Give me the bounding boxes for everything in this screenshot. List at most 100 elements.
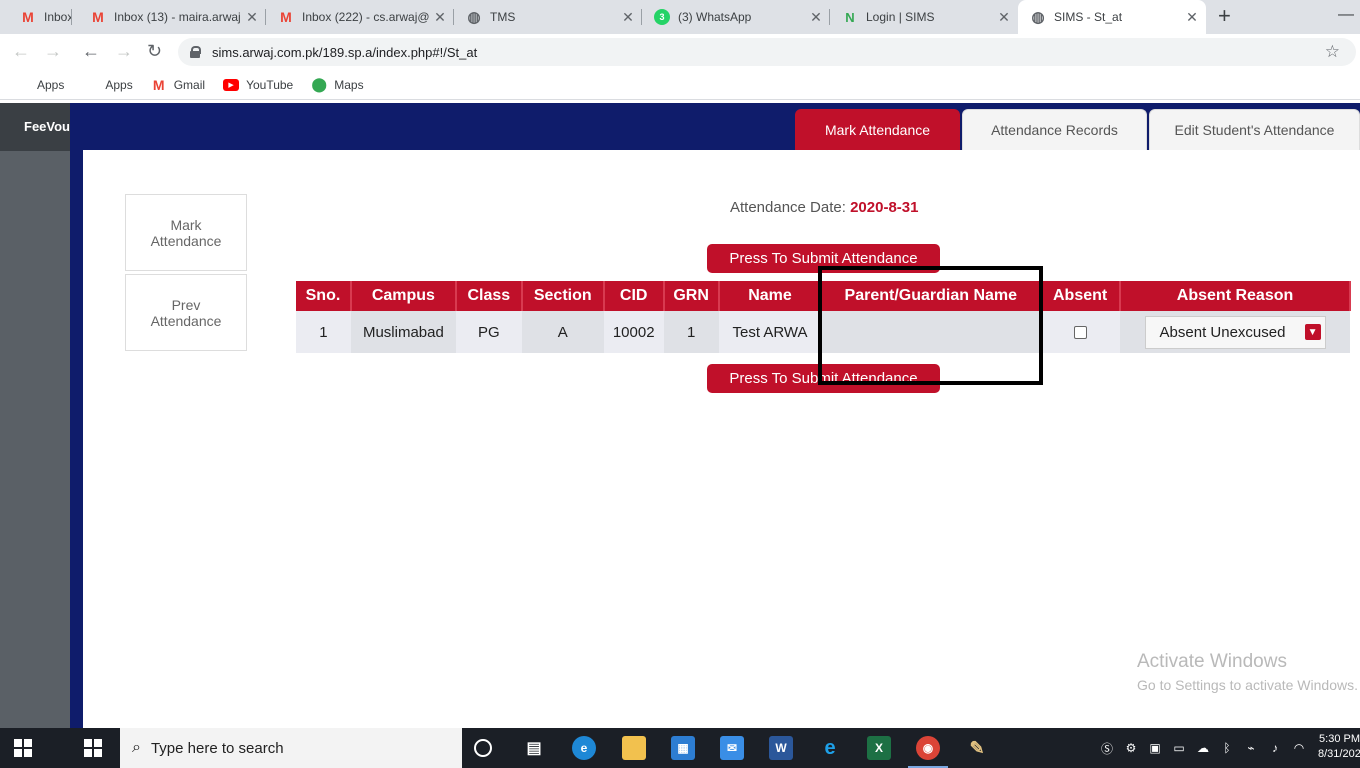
bookmark-gmail[interactable]: M Gmail [151, 77, 205, 93]
tab-attendance-records[interactable]: Attendance Records [962, 109, 1147, 150]
power-icon[interactable]: ⌁ [1242, 740, 1260, 756]
header-cid: CID [603, 281, 665, 311]
header-campus: Campus [350, 281, 457, 311]
forward-arrow-icon[interactable]: → [44, 41, 62, 61]
absent-reason-select[interactable]: Absent Unexcused ▼ [1144, 315, 1326, 349]
browser-tab-sims-st-at[interactable]: ◍ SIMS - St_at ✕ [1018, 0, 1206, 34]
header-name: Name [718, 281, 823, 311]
url-text[interactable]: sims.arwaj.com.pk/189.sp.a/index.php#!/S… [212, 45, 477, 60]
skype-icon[interactable]: Ⓢ [1098, 740, 1116, 756]
globe-icon: ◍ [1031, 9, 1045, 26]
bookmark-apps[interactable]: Apps [14, 77, 64, 93]
close-tab-icon[interactable]: ✕ [996, 9, 1012, 26]
edge-icon[interactable]: e [572, 736, 596, 760]
cloud-icon[interactable]: ☁ [1194, 740, 1212, 756]
cell-absent-reason: Absent Unexcused ▼ [1120, 311, 1350, 353]
bookmark-apps-2[interactable]: Apps [82, 77, 132, 93]
tab-mark-attendance[interactable]: Mark Attendance [795, 109, 960, 150]
settings-icon[interactable]: ⚙ [1122, 740, 1140, 756]
header-section: Section [521, 281, 605, 311]
internet-explorer-icon[interactable]: e [818, 736, 842, 760]
start-menu-icon[interactable] [14, 739, 32, 757]
tab-title: Inbox (222) - cs.arwaj@ [302, 10, 430, 24]
close-tab-icon[interactable]: ✕ [808, 9, 824, 26]
cell-grn: 1 [663, 311, 719, 353]
bluetooth-icon[interactable]: ᛒ [1218, 740, 1236, 756]
close-tab-icon[interactable]: ✕ [244, 9, 260, 26]
app-left-border [70, 150, 83, 728]
minimize-window-button[interactable]: — [1338, 6, 1354, 24]
gmail-icon: M [152, 76, 165, 93]
forward-button[interactable]: → [115, 41, 133, 61]
windows-logo-icon[interactable] [84, 739, 102, 757]
youtube-icon: ▶ [223, 78, 240, 91]
maps-icon: ⬤ [311, 76, 328, 92]
back-arrow-icon[interactable]: ← [12, 41, 30, 61]
tab-title: (3) WhatsApp [678, 10, 752, 24]
excel-icon[interactable]: X [867, 736, 891, 760]
network-adapter-icon[interactable]: ▣ [1146, 740, 1164, 756]
browser-tab-inbox-13[interactable]: M Inbox (13) - maira.arwaj ✕ [78, 0, 266, 34]
whatsapp-icon: 3 [654, 9, 670, 25]
bookmark-star-icon[interactable]: ☆ [1325, 42, 1340, 62]
reload-icon[interactable]: ↻ [147, 41, 162, 61]
address-bar[interactable]: sims.arwaj.com.pk/189.sp.a/index.php#!/S… [178, 38, 1356, 66]
globe-icon: ◍ [467, 9, 481, 26]
windows-taskbar: ⌕ Type here to search ▤ e ▦ ✉ W e X ◉ ✎ … [0, 728, 1360, 768]
header-grn: GRN [663, 281, 720, 311]
search-placeholder: Type here to search [150, 739, 284, 757]
cell-campus: Muslimabad [350, 311, 456, 353]
watermark-subtitle: Go to Settings to activate Windows. [1137, 677, 1358, 693]
chevron-down-icon[interactable]: ▼ [1304, 324, 1321, 340]
file-explorer-icon[interactable] [622, 736, 646, 760]
bookmark-label: Apps [37, 77, 65, 92]
tab-edit-students-attendance[interactable]: Edit Student's Attendance [1149, 109, 1360, 150]
cell-class: PG [455, 311, 522, 353]
bookmark-youtube[interactable]: ▶ YouTube [223, 78, 293, 92]
apps-grid-icon [14, 77, 30, 93]
back-button[interactable]: ← [82, 41, 100, 61]
cell-sno: 1 [296, 311, 351, 353]
absent-reason-value: Absent Unexcused [1159, 323, 1286, 341]
close-tab-icon[interactable]: ✕ [620, 9, 636, 26]
brand-label[interactable]: FeeVou [0, 103, 70, 151]
browser-tab-whatsapp[interactable]: 3 (3) WhatsApp ✕ [642, 0, 830, 34]
side-menu-mark-attendance[interactable]: Mark Attendance [125, 194, 247, 271]
absent-checkbox[interactable] [1073, 326, 1087, 340]
monitor-icon[interactable]: ▭ [1170, 740, 1188, 756]
header-sno: Sno. [296, 281, 352, 311]
cortana-icon[interactable] [474, 739, 492, 757]
bookmark-label: Apps [105, 77, 133, 92]
search-icon: ⌕ [132, 739, 141, 756]
volume-icon[interactable]: ♪ [1266, 740, 1284, 756]
bookmark-label: YouTube [246, 77, 294, 92]
task-view-icon[interactable]: ▤ [522, 736, 546, 760]
attendance-date-value: 2020-8-31 [850, 199, 919, 216]
activate-windows-watermark: Activate Windows Go to Settings to activ… [1137, 651, 1358, 693]
close-tab-icon[interactable]: ✕ [1184, 9, 1200, 26]
browser-tab-inbox[interactable]: M Inbox [8, 0, 72, 34]
browser-tab-tms[interactable]: ◍ TMS ✕ [454, 0, 642, 34]
gmail-icon: M [92, 9, 104, 25]
annotation-highlight-box [818, 266, 1043, 385]
browser-tab-strip: M Inbox M Inbox (13) - maira.arwaj ✕ M I… [0, 0, 1360, 34]
bookmark-label: Maps [334, 77, 364, 92]
browser-tab-login-sims[interactable]: N Login | SIMS ✕ [830, 0, 1018, 34]
browser-tab-inbox-222[interactable]: M Inbox (222) - cs.arwaj@ ✕ [266, 0, 454, 34]
gmail-icon: M [280, 9, 292, 25]
gmail-icon: M [22, 9, 34, 25]
mail-icon[interactable]: ✉ [720, 736, 744, 760]
close-tab-icon[interactable]: ✕ [432, 9, 448, 26]
attendance-date-label: Attendance Date: [730, 199, 846, 216]
sims-icon: N [845, 9, 855, 25]
wifi-icon[interactable]: ◠ [1290, 740, 1308, 756]
word-icon[interactable]: W [769, 736, 793, 760]
chrome-icon[interactable]: ◉ [908, 736, 948, 768]
new-tab-button[interactable]: + [1218, 5, 1231, 27]
paint-icon[interactable]: ✎ [965, 736, 989, 760]
taskbar-search-box[interactable]: ⌕ Type here to search [120, 728, 462, 768]
side-menu-prev-attendance[interactable]: Prev Attendance [125, 274, 247, 351]
store-icon[interactable]: ▦ [671, 736, 695, 760]
bookmark-maps[interactable]: ⬤ Maps [311, 76, 364, 93]
system-clock[interactable]: 5:30 PM 8/31/2020 [1318, 732, 1360, 762]
